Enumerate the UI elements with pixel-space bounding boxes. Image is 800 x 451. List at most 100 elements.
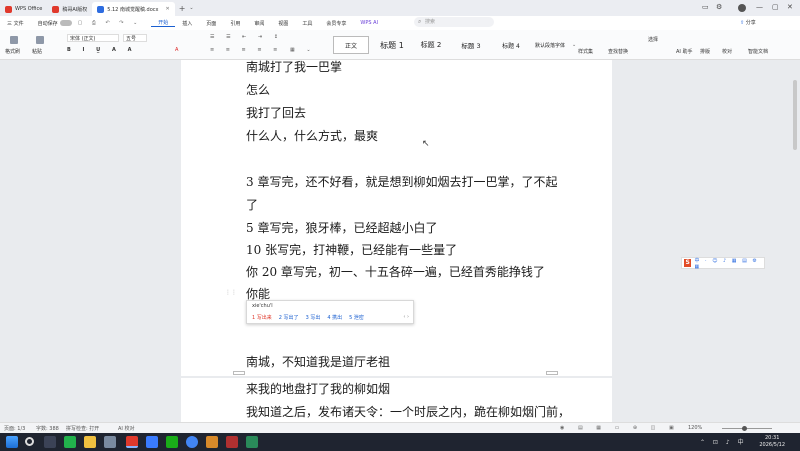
wechat-icon[interactable] <box>64 436 76 448</box>
app-icon[interactable] <box>246 436 258 448</box>
tab-label: 稿哥AI版权 <box>62 6 88 13</box>
minimize-icon[interactable]: — <box>756 3 763 11</box>
ai-proofread[interactable]: AI 校对 <box>118 425 135 432</box>
zoom-slider-thumb[interactable] <box>742 426 747 431</box>
windows-start-icon[interactable] <box>6 436 18 448</box>
system-tray-icons[interactable]: ⌃ ⊡ ♪ 中 <box>700 437 747 446</box>
explorer-icon[interactable] <box>84 436 96 448</box>
layout-button[interactable]: 排版 <box>700 48 710 55</box>
ai-app-icon[interactable] <box>146 436 158 448</box>
ime-candidate[interactable]: 2 写出了 <box>279 314 299 321</box>
ime-mode-icons[interactable]: 中 · ☺ ♪ ▦ ▤ ⚙ ▦ <box>694 257 764 270</box>
search-input[interactable]: 搜索 <box>414 17 494 27</box>
sogou-logo-icon[interactable]: S <box>684 259 692 267</box>
pdf-icon <box>52 5 60 13</box>
ime-candidate[interactable]: 3 写出 <box>306 314 321 321</box>
paragraph[interactable]: 我打了回去 <box>246 104 306 121</box>
style-heading-2[interactable]: 标题 2 <box>412 36 450 54</box>
paste-icon[interactable] <box>36 36 44 44</box>
vertical-scrollbar[interactable] <box>793 80 797 150</box>
document-page-1[interactable]: 南城打了我一巴掌 怎么 我打了回去 什么人，什么方式，最爽 3 章写完，还不好看… <box>181 60 612 376</box>
style-normal[interactable]: 正文 <box>333 36 369 54</box>
avatar[interactable] <box>738 4 746 12</box>
paragraph[interactable]: 我知道之后，发布诸天令：一个时辰之内，跪在柳如烟门前， <box>246 403 570 420</box>
border-icons[interactable]: ▦ ⌄ <box>290 47 316 53</box>
word-count[interactable]: 字数: 388 <box>36 425 59 432</box>
wps-taskbar-icon[interactable] <box>126 436 138 448</box>
style-heading-3[interactable]: 标题 3 <box>452 36 490 54</box>
document-workspace: 南城打了我一巴掌 怎么 我打了回去 什么人，什么方式，最爽 3 章写完，还不好看… <box>0 60 800 422</box>
style-heading-1[interactable]: 标题 1 <box>372 36 412 54</box>
font-name-select[interactable]: 宋体 (正文) <box>67 34 119 42</box>
share-button[interactable]: ⇪ 分享 <box>740 19 756 26</box>
spell-check[interactable]: 拼写检查: 打开 <box>66 425 99 432</box>
font-color-icon[interactable]: A <box>175 47 178 53</box>
paragraph[interactable]: 来我的地盘打了我的柳如烟 <box>246 380 390 397</box>
new-tab-icon[interactable]: + <box>179 4 186 13</box>
menu-member[interactable]: 会员专享 <box>319 20 353 27</box>
menu-tools[interactable]: 工具 <box>295 20 319 27</box>
close-tab-icon[interactable]: ✕ <box>166 6 170 12</box>
font-format-icons[interactable]: B I U̲ A A <box>67 47 136 53</box>
zoom-level[interactable]: 120% <box>688 425 702 431</box>
menu-wps-ai[interactable]: WPS AI <box>353 20 385 26</box>
proofread-button[interactable]: 校对 <box>722 48 732 55</box>
ime-page-arrows-icon[interactable]: ‹ › <box>403 314 409 320</box>
settings-icon[interactable]: ⚙ <box>716 3 722 11</box>
paragraph-handle-icon[interactable]: ⋮⋮ <box>225 289 237 296</box>
menu-page[interactable]: 页面 <box>199 20 223 27</box>
menu-insert[interactable]: 插入 <box>175 20 199 27</box>
close-window-icon[interactable]: ✕ <box>787 3 793 11</box>
tab-dropdown-icon[interactable]: ⌄ <box>189 5 193 11</box>
menu-review[interactable]: 审阅 <box>247 20 271 27</box>
tab-document[interactable]: 5.12 南城觉醒稿.docx ✕ <box>92 2 175 16</box>
paragraph[interactable]: 10 张写完，打神鞭，已经能有一些量了 <box>246 241 457 258</box>
paragraph[interactable]: 南城，不知道我是道厅老祖 <box>246 353 390 370</box>
view-mode-icons[interactable]: ◉ ▤ ▦ ▭ ⊕ ◫ ▣ <box>560 425 680 431</box>
restore-window-icon[interactable]: ▭ <box>702 3 709 11</box>
paragraph[interactable]: 3 章写完，还不好看，就是想到柳如烟去打一巴掌，了不起 <box>246 173 557 190</box>
ime-candidate[interactable]: 1 写出来 <box>252 314 272 321</box>
paragraph[interactable]: 了 <box>246 196 258 213</box>
browser-icon[interactable] <box>186 436 198 448</box>
windows-taskbar: ⌃ ⊡ ♪ 中 20:31 2026/5/12 <box>0 433 800 451</box>
quick-access-icons[interactable]: ▢ ⎙ ↶ ↷ ⌄ <box>78 20 152 26</box>
smart-doc-button[interactable]: 智能文档 <box>748 48 768 55</box>
autosave-toggle[interactable] <box>59 20 72 26</box>
menu-reference[interactable]: 引用 <box>223 20 247 27</box>
menu-home[interactable]: 开始 <box>151 19 176 27</box>
paragraph[interactable]: 南城打了我一巴掌 <box>246 60 342 75</box>
tab-wps-home[interactable]: WPS Office <box>0 2 47 16</box>
search-taskbar-icon[interactable] <box>25 437 34 446</box>
page-count[interactable]: 页面: 1/3 <box>4 425 25 432</box>
style-default-font[interactable]: 默认段落字体 <box>528 36 572 54</box>
format-painter-icon[interactable] <box>10 36 18 44</box>
app-icon[interactable] <box>226 436 238 448</box>
task-view-icon[interactable] <box>44 436 56 448</box>
ai-assistant-button[interactable]: AI 助手 <box>676 48 693 55</box>
paragraph[interactable]: 什么人，什么方式，最爽 <box>246 127 378 144</box>
tool-icon[interactable] <box>206 436 218 448</box>
find-replace-button[interactable]: 查找替换 <box>608 48 628 55</box>
paragraph[interactable]: 怎么 <box>246 81 270 98</box>
maximize-icon[interactable]: ▢ <box>772 3 779 11</box>
file-menu[interactable]: 三 文件 <box>0 20 31 27</box>
style-heading-4[interactable]: 标题 4 <box>492 36 530 54</box>
font-size-select[interactable]: 五号 <box>123 34 147 42</box>
select-button[interactable]: 选择 <box>648 36 658 43</box>
zoom-slider[interactable] <box>722 428 772 429</box>
paragraph[interactable]: 你 20 章写完，初一、十五各碎一遍，已经首秀能挣钱了 <box>246 263 545 280</box>
align-icons[interactable]: ≡ ≡ ≡ ≡ ≡ <box>210 47 282 53</box>
styles-expand-icon[interactable]: ⌄ <box>572 42 576 48</box>
taskbar-clock[interactable]: 20:31 2026/5/12 <box>759 435 785 449</box>
document-page-2[interactable]: 来我的地盘打了我的柳如烟 我知道之后，发布诸天令：一个时辰之内，跪在柳如烟门前， <box>181 378 612 422</box>
menu-view[interactable]: 视图 <box>271 20 295 27</box>
app-icon[interactable] <box>104 436 116 448</box>
ime-candidate[interactable]: 4 携出 <box>327 314 342 321</box>
style-set-button[interactable]: 样式集 <box>578 48 593 55</box>
paragraph[interactable]: 5 章写完，狼牙棒，已经超越小白了 <box>246 219 437 236</box>
ime-candidate[interactable]: 5 泄密 <box>349 314 364 321</box>
tab-pdf[interactable]: 稿哥AI版权 <box>47 2 92 16</box>
chat-app-icon[interactable] <box>166 436 178 448</box>
paragraph-icons[interactable]: ☰ ☰ ⇤ ⇥ ↕ <box>210 34 283 40</box>
